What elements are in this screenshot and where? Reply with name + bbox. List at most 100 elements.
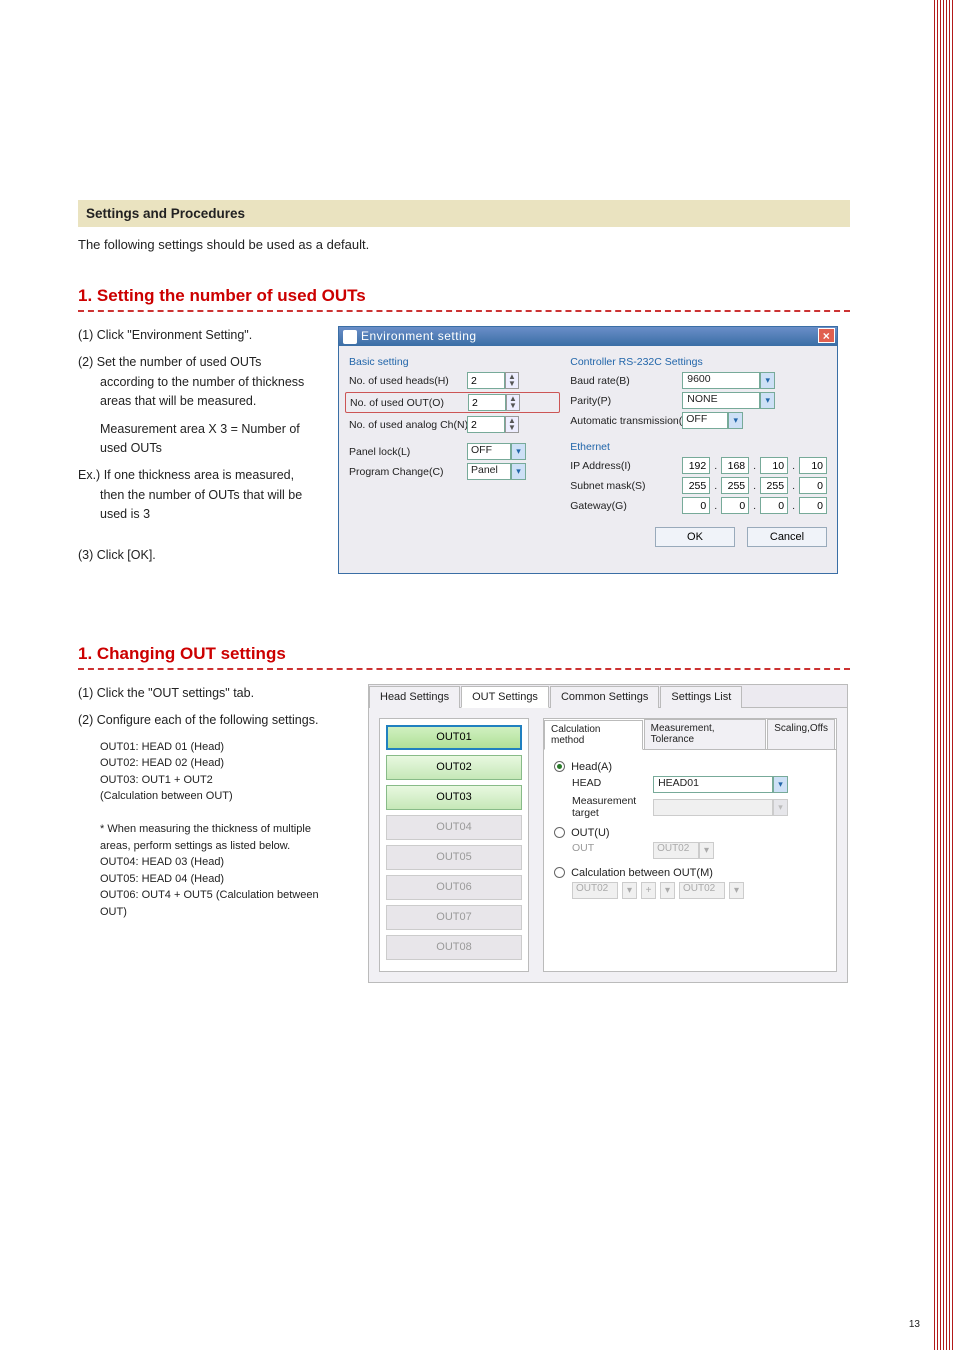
- out03-button[interactable]: OUT03: [386, 785, 522, 810]
- basic-setting-title: Basic setting: [349, 356, 556, 368]
- chevron-down-icon[interactable]: ▾: [773, 776, 788, 793]
- spinner-analog[interactable]: [505, 416, 519, 433]
- rs232c-group: Controller RS-232C Settings Baud rate(B)…: [570, 356, 827, 517]
- input-heads[interactable]: [467, 372, 505, 389]
- dd-out-value: OUT02: [653, 842, 699, 859]
- sn-oct1[interactable]: [682, 477, 710, 494]
- radio-out-label: OUT(U): [571, 827, 610, 839]
- dd-out: OUT02 ▾: [653, 842, 714, 859]
- row-parity: Parity(P) NONE ▾: [570, 392, 827, 409]
- tab-head-settings[interactable]: Head Settings: [369, 686, 460, 708]
- spinner-outs[interactable]: [506, 394, 520, 411]
- sn-oct2[interactable]: [721, 477, 749, 494]
- out08-button: OUT08: [386, 935, 522, 960]
- row-subnet: Subnet mask(S) . . .: [570, 477, 827, 494]
- calc-op: +: [641, 882, 656, 899]
- ok-button[interactable]: OK: [655, 527, 735, 547]
- sn-oct3[interactable]: [760, 477, 788, 494]
- out07-button: OUT07: [386, 905, 522, 930]
- s2-l1: OUT01: HEAD 01 (Head): [100, 739, 338, 756]
- dialog-buttons: OK Cancel: [339, 523, 837, 555]
- gw-oct3[interactable]: [760, 497, 788, 514]
- out02-button[interactable]: OUT02: [386, 755, 522, 780]
- ip-fields: . . .: [682, 457, 827, 474]
- chevron-down-icon[interactable]: ▾: [760, 392, 775, 409]
- s1-step1: (1) Click "Environment Setting".: [78, 326, 308, 345]
- chevron-down-icon[interactable]: ▾: [728, 412, 743, 429]
- s2-l7: OUT06: OUT4 + OUT5 (Calculation between …: [100, 887, 338, 920]
- row-ip: IP Address(I) . . .: [570, 457, 827, 474]
- calc-out-b: OUT02: [679, 882, 725, 899]
- gw-oct1[interactable]: [682, 497, 710, 514]
- env-setting-dialog: Environment setting × Basic setting No. …: [338, 326, 838, 574]
- dialog-title-text: Environment setting: [361, 329, 477, 343]
- app-icon: [343, 330, 357, 344]
- intro-text: The following settings should be used as…: [78, 237, 850, 252]
- label-analog: No. of used analog Ch(N): [349, 419, 467, 431]
- dd-panel-lock-value: OFF: [467, 443, 511, 460]
- chevron-down-icon: ▾: [773, 799, 788, 816]
- chevron-down-icon: ▾: [729, 882, 744, 899]
- dd-head[interactable]: HEAD01 ▾: [653, 776, 788, 793]
- dd-head-value: HEAD01: [653, 776, 773, 793]
- divider: [78, 668, 850, 670]
- out-inset: OUT OUT02 ▾: [554, 842, 826, 859]
- chevron-down-icon: ▾: [699, 842, 714, 859]
- dd-target[interactable]: ▾: [653, 799, 788, 816]
- out04-button: OUT04: [386, 815, 522, 840]
- input-analog[interactable]: [467, 416, 505, 433]
- dd-panel-lock[interactable]: OFF ▾: [467, 443, 526, 460]
- calc-inset: OUT02 ▾ + ▾ OUT02 ▾: [554, 882, 826, 899]
- tab-common-settings[interactable]: Common Settings: [550, 686, 659, 708]
- tab-settings-list[interactable]: Settings List: [660, 686, 742, 708]
- section-banner: Settings and Procedures: [78, 200, 850, 227]
- radio-head[interactable]: Head(A): [554, 761, 826, 773]
- basic-setting-group: Basic setting No. of used heads(H) No. o…: [349, 356, 556, 517]
- chevron-down-icon: ▾: [622, 882, 637, 899]
- gw-oct2[interactable]: [721, 497, 749, 514]
- input-outs[interactable]: [468, 394, 506, 411]
- dd-auto[interactable]: OFF ▾: [682, 412, 743, 429]
- dd-baud-value: 9600: [682, 372, 760, 389]
- label-parity: Parity(P): [570, 395, 682, 407]
- label-outs: No. of used OUT(O): [350, 397, 468, 409]
- radio-out[interactable]: OUT(U): [554, 827, 826, 839]
- gateway-fields: . . .: [682, 497, 827, 514]
- section1-row: (1) Click "Environment Setting". (2) Set…: [78, 326, 850, 574]
- out01-button[interactable]: OUT01: [386, 725, 522, 750]
- close-icon[interactable]: ×: [818, 328, 835, 343]
- cancel-button[interactable]: Cancel: [747, 527, 827, 547]
- subtab-measurement[interactable]: Measurement, Tolerance: [644, 719, 767, 749]
- ip-oct1[interactable]: [682, 457, 710, 474]
- ip-oct4[interactable]: [799, 457, 827, 474]
- tab-out-settings[interactable]: OUT Settings: [461, 686, 549, 708]
- dd-baud[interactable]: 9600 ▾: [682, 372, 775, 389]
- spinner-heads[interactable]: [505, 372, 519, 389]
- s2-lines: OUT01: HEAD 01 (Head) OUT02: HEAD 02 (He…: [78, 739, 338, 921]
- out-settings-window: Head Settings OUT Settings Common Settin…: [368, 684, 848, 983]
- dd-prog-change[interactable]: Panel ▾: [467, 463, 526, 480]
- ip-oct2[interactable]: [721, 457, 749, 474]
- s1-step2a: (2) Set the number of used OUTs accordin…: [78, 353, 308, 411]
- calc-method-group: Head(A) HEAD HEAD01 ▾ Measu: [544, 750, 836, 907]
- page-content: Settings and Procedures The following se…: [0, 0, 900, 983]
- chevron-down-icon[interactable]: ▾: [760, 372, 775, 389]
- subtab-calc-method[interactable]: Calculation method: [544, 720, 643, 750]
- label-heads: No. of used heads(H): [349, 375, 467, 387]
- row-target: Measurement target ▾: [572, 795, 826, 819]
- s2-l5: OUT04: HEAD 03 (Head): [100, 854, 338, 871]
- chevron-down-icon[interactable]: ▾: [511, 463, 526, 480]
- row-gateway: Gateway(G) . . .: [570, 497, 827, 514]
- radio-calc[interactable]: Calculation between OUT(M): [554, 867, 826, 879]
- chevron-down-icon[interactable]: ▾: [511, 443, 526, 460]
- gw-oct4[interactable]: [799, 497, 827, 514]
- out-settings-body: OUT01 OUT02 OUT03 OUT04 OUT05 OUT06 OUT0…: [369, 708, 847, 982]
- dd-parity[interactable]: NONE ▾: [682, 392, 775, 409]
- label-auto: Automatic transmission(A): [570, 415, 682, 427]
- ip-oct3[interactable]: [760, 457, 788, 474]
- sn-oct4[interactable]: [799, 477, 827, 494]
- subtab-scaling[interactable]: Scaling,Offs: [767, 719, 835, 749]
- radio-icon: [554, 867, 565, 878]
- ethernet-title: Ethernet: [570, 441, 827, 453]
- out06-button: OUT06: [386, 875, 522, 900]
